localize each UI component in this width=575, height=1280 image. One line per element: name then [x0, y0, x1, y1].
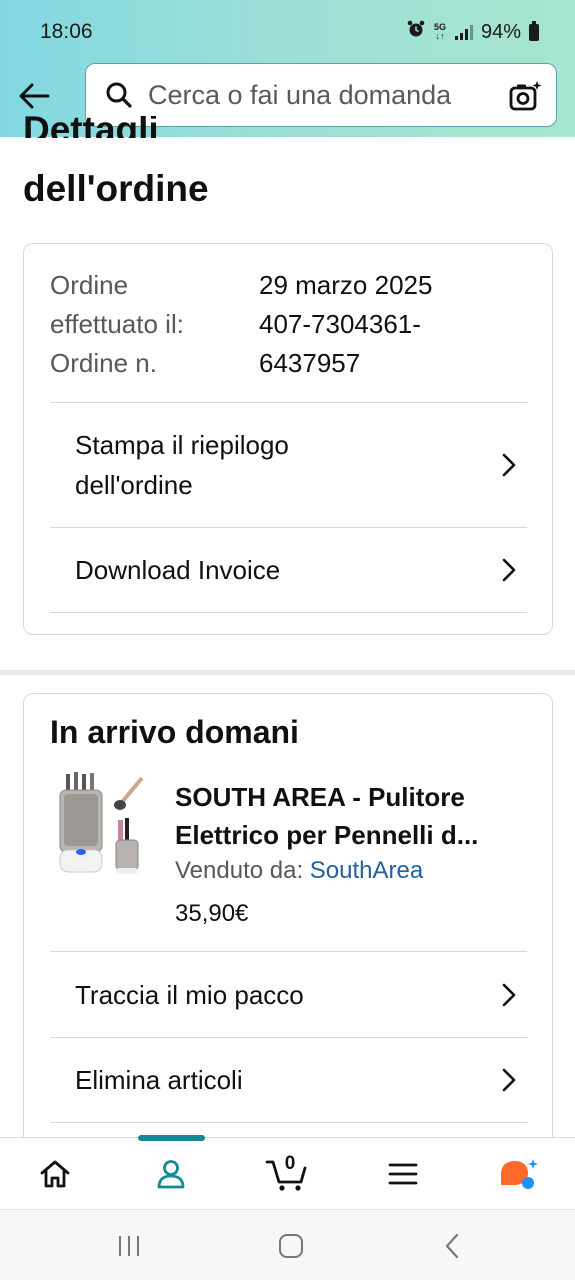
order-number-value-2: 6437957 — [259, 348, 361, 378]
menu-icon — [388, 1163, 418, 1185]
camera-search-icon[interactable] — [508, 79, 542, 113]
seller-link[interactable]: SouthArea — [310, 857, 423, 884]
print-summary-label: Stampa il riepilogo — [75, 430, 289, 460]
tab-menu[interactable] — [363, 1138, 443, 1210]
chevron-right-icon — [491, 447, 527, 483]
product-title-line-1: SOUTH AREA - Pulitore — [175, 782, 465, 812]
back-system-button[interactable] — [432, 1228, 472, 1264]
back-chevron-icon — [445, 1233, 459, 1259]
shipment-card: In arrivo domani SOUTH AREA - Pulitore E… — [23, 693, 553, 1193]
order-number-label: Ordine n. — [50, 348, 157, 378]
order-date-label: Ordine — [50, 270, 129, 300]
recent-apps-icon — [119, 1236, 139, 1256]
chevron-right-icon — [491, 1062, 527, 1098]
arrow-left-icon — [19, 83, 50, 109]
chevron-right-icon — [491, 977, 527, 1013]
delete-items-label: Elimina articoli — [75, 1065, 243, 1095]
print-summary-row[interactable]: Stampa il riepilogo dell'ordine — [50, 402, 527, 527]
sold-by-label: Venduto da: — [175, 857, 304, 884]
delivery-heading: In arrivo domani — [50, 714, 299, 750]
network-type-icon: 5G ↓↑ — [433, 22, 446, 41]
bottom-nav: 0 — [0, 1135, 575, 1210]
search-input[interactable] — [148, 79, 498, 111]
delete-items-row[interactable]: Elimina articoli — [50, 1037, 527, 1123]
tab-rufus[interactable] — [479, 1138, 559, 1210]
order-number-value-1: 407-7304361- — [259, 309, 421, 339]
download-invoice-row[interactable]: Download Invoice — [50, 527, 527, 613]
product-title[interactable]: SOUTH AREA - Pulitore Elettrico per Penn… — [175, 778, 535, 854]
home-square-icon — [279, 1234, 303, 1258]
rufus-assistant-icon — [501, 1159, 538, 1189]
page-title: dell'ordine — [23, 168, 209, 209]
home-system-button[interactable] — [271, 1228, 311, 1264]
chevron-right-icon — [491, 552, 527, 588]
order-date-value: 29 marzo 2025 — [259, 270, 433, 300]
status-time: 18:06 — [40, 20, 93, 43]
order-date-label-2: effettuato il: — [50, 309, 184, 339]
back-button[interactable] — [14, 76, 54, 116]
alarm-icon — [407, 20, 425, 44]
product-title-line-2: Elettrico per Pennelli d... — [175, 820, 479, 850]
search-icon — [104, 80, 134, 110]
track-package-label: Traccia il mio pacco — [75, 979, 304, 1010]
product-price: 35,90€ — [175, 900, 249, 927]
status-icons: 5G ↓↑ 94% — [407, 20, 539, 44]
seller-info: Venduto da: SouthArea — [175, 857, 423, 885]
signal-icon — [454, 24, 473, 40]
system-nav-bar — [0, 1209, 575, 1280]
battery-percent: 94% — [480, 20, 521, 43]
person-icon — [157, 1160, 185, 1189]
cart-count-badge: 0 — [284, 1153, 296, 1174]
recent-apps-button[interactable] — [109, 1228, 149, 1264]
download-invoice-label: Download Invoice — [75, 555, 281, 585]
battery-icon — [529, 20, 539, 41]
status-bar: 18:06 5G ↓↑ 94% — [0, 0, 575, 62]
tab-account[interactable] — [131, 1138, 211, 1210]
section-divider — [0, 670, 575, 675]
order-details-card: Ordine effettuato il: Ordine n. 29 marzo… — [23, 243, 553, 635]
tab-home[interactable] — [15, 1138, 95, 1210]
product-image[interactable] — [54, 772, 154, 884]
track-package-row[interactable]: Traccia il mio pacco — [50, 951, 527, 1037]
print-summary-label-2: dell'ordine — [75, 470, 193, 500]
page-title-partial: Dettagli — [23, 116, 159, 138]
home-icon — [40, 1160, 70, 1188]
